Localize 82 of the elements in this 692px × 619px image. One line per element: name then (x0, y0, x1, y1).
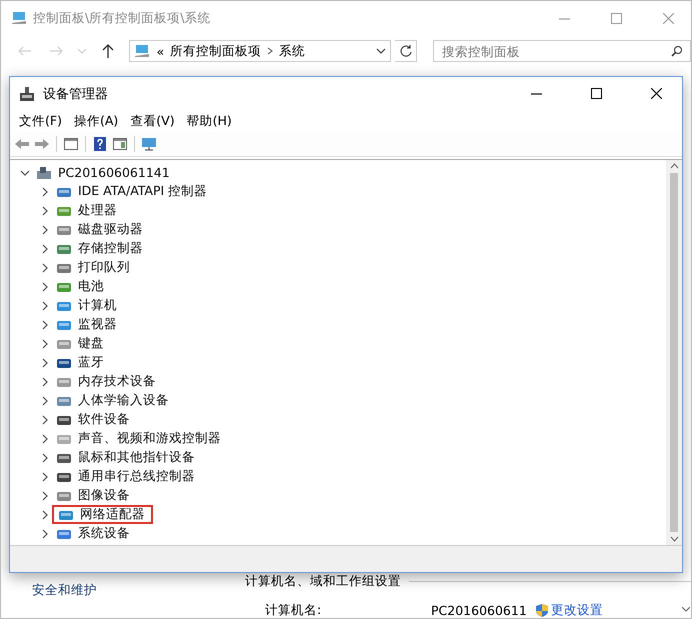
chevron-icon (267, 47, 274, 55)
expand-chevron-icon[interactable] (40, 224, 50, 234)
expand-chevron-icon[interactable] (40, 282, 50, 292)
expand-chevron-icon[interactable] (40, 510, 50, 520)
scroll-down-icon[interactable] (682, 607, 690, 612)
scroll-up-icon[interactable] (670, 163, 678, 169)
forward-icon (49, 46, 64, 56)
tree-item-label[interactable]: 内存技术设备 (78, 373, 156, 390)
computer-icon (11, 11, 27, 25)
scrollbar-thumb[interactable] (670, 173, 678, 532)
up-icon (102, 44, 114, 58)
tree-item-label[interactable]: 监视器 (78, 316, 117, 333)
expand-chevron-icon[interactable] (40, 434, 50, 444)
search-field[interactable]: 搜索控制面板 (433, 40, 691, 62)
menu-item[interactable]: 查看(V) (125, 112, 180, 130)
menu-item[interactable]: 文件(F) (14, 112, 67, 130)
help-icon[interactable] (92, 136, 108, 152)
refresh-icon (400, 45, 412, 57)
tree-item-label[interactable]: 处理器 (78, 202, 117, 219)
tree-item-label[interactable]: IDE ATA/ATAPI 控制器 (78, 183, 208, 200)
section-title: 计算机名、域和工作组设置 (245, 573, 401, 590)
field-value: PC2016060611 (431, 603, 527, 618)
properties-icon[interactable] (112, 136, 128, 152)
tree-item-label[interactable]: 人体学输入设备 (78, 392, 169, 409)
tree-item-label[interactable]: 键盘 (78, 335, 104, 352)
back-icon (18, 46, 32, 56)
panel-icon[interactable] (63, 136, 79, 152)
expand-chevron-icon[interactable] (40, 338, 50, 348)
back-arrow-icon[interactable] (14, 136, 30, 152)
refresh-button[interactable] (395, 40, 418, 62)
expand-chevron-icon[interactable] (40, 396, 50, 406)
expand-chevron-icon[interactable] (40, 490, 50, 500)
maximize-icon (590, 88, 602, 99)
window-title: 设备管理器 (43, 86, 109, 102)
tree-item-label[interactable]: 打印队列 (78, 259, 130, 276)
tree-item-label[interactable]: 蓝牙 (78, 354, 104, 371)
field-label: 计算机名: (265, 602, 322, 618)
expand-chevron-icon[interactable] (40, 206, 50, 216)
expand-chevron-icon[interactable] (40, 528, 50, 538)
sidebar-link[interactable]: 安全和维护 (32, 582, 97, 597)
expand-chevron-icon[interactable] (40, 244, 50, 254)
expand-chevron-icon[interactable] (40, 358, 50, 368)
computer-icon (36, 166, 52, 180)
expand-chevron-icon[interactable] (40, 376, 50, 386)
expand-chevron-icon[interactable] (40, 472, 50, 482)
shield-icon (534, 603, 549, 618)
tree-item-label[interactable]: 图像设备 (78, 487, 130, 504)
maximize-icon (610, 12, 622, 24)
computer-icon (134, 44, 150, 58)
chevron-icon (78, 48, 86, 54)
tree-item-label[interactable]: 软件设备 (78, 411, 130, 428)
tree-item-label[interactable]: 计算机 (78, 297, 117, 314)
tree-item-label[interactable]: 磁盘驱动器 (78, 221, 143, 238)
expand-chevron-icon[interactable] (40, 414, 50, 424)
menu-item[interactable]: 操作(A) (68, 112, 124, 130)
expand-chevron-icon[interactable] (40, 186, 50, 196)
tree-item-label[interactable]: 存储控制器 (78, 240, 143, 257)
menu-item[interactable]: 帮助(H) (182, 112, 237, 130)
close-icon (662, 12, 674, 24)
device-manager-icon (19, 86, 35, 102)
forward-arrow-icon[interactable] (34, 136, 50, 152)
monitor-icon[interactable] (141, 136, 157, 152)
expand-chevron-icon[interactable] (20, 168, 30, 178)
close-icon (650, 88, 662, 99)
tree-item-label[interactable]: 鼠标和其他指针设备 (78, 449, 195, 466)
change-settings-link[interactable]: 更改设置 (550, 602, 603, 618)
tree-item-label[interactable]: 通用串行总线控制器 (78, 468, 195, 485)
address-bar[interactable]: « 所有控制面板项 系统 (129, 40, 392, 62)
tree-item-label[interactable]: 电池 (78, 278, 104, 295)
expand-chevron-icon[interactable] (40, 320, 50, 330)
search-icon[interactable] (671, 45, 684, 57)
scroll-down-icon[interactable] (670, 536, 678, 542)
chevron-icon (376, 48, 386, 54)
scrollbar[interactable] (666, 160, 682, 545)
tree-item-label[interactable]: 网络适配器 (80, 506, 145, 523)
expand-chevron-icon[interactable] (40, 452, 50, 462)
tree-item-label[interactable]: 声音、视频和游戏控制器 (78, 430, 221, 447)
tree-item-label[interactable]: PC201606061141 (58, 165, 170, 180)
window-title: 控制面板\所有控制面板项\系统 (33, 10, 212, 26)
expand-chevron-icon[interactable] (40, 300, 50, 310)
tree-item-label[interactable]: 系统设备 (78, 525, 130, 542)
expand-chevron-icon[interactable] (40, 262, 50, 272)
